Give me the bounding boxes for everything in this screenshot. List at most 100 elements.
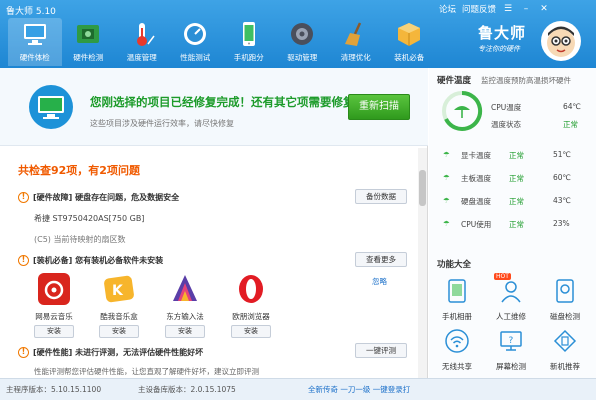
nav-performance[interactable]: 性能测试 — [169, 18, 223, 66]
nav-cleanup[interactable]: 清理优化 — [329, 18, 383, 66]
temp-row-label: CPU使用 — [461, 220, 492, 229]
opera-browser-icon[interactable] — [235, 273, 267, 305]
phone-icon — [242, 22, 255, 46]
main-panel: 您刚选择的项目已经修复完成！还有其它项需要修复！ 这些项目涉及硬件运行效率，请尽… — [0, 68, 428, 378]
svg-text:?: ? — [509, 336, 514, 346]
temp-row-value: 43℃ — [553, 196, 571, 205]
tool-wifi-share[interactable]: 无线共享 — [431, 328, 483, 372]
install-button[interactable]: 安装 — [165, 325, 205, 338]
thermometer-icon — [136, 23, 155, 46]
feedback-link[interactable]: 问题反馈 — [462, 3, 496, 15]
temp-row: ☂ 硬盘温度 正常 43℃ — [443, 196, 593, 206]
tool-label: 屏幕检测 — [496, 362, 526, 371]
disk-check-icon — [556, 279, 574, 303]
main-version: 主程序版本：5.10.15.1100 — [6, 385, 102, 394]
temp-state-label: 温度状态 — [491, 120, 521, 129]
rescan-button[interactable]: 重新扫描 — [348, 94, 410, 120]
software-name: 东方输入法 — [166, 312, 204, 321]
umbrella-icon: ☂ — [443, 173, 450, 182]
title-bar: 鲁大师 5.10 论坛 问题反馈 ☰ – ✕ 硬件体检 硬件检测 温度管理 性能… — [0, 0, 596, 68]
brand-slogan: 专注你的硬件 — [478, 45, 520, 53]
nav-essentials[interactable]: 装机必备 — [383, 18, 437, 66]
temp-row-status: 正常 — [509, 174, 524, 183]
tool-new-phone[interactable]: 新机推荐 — [539, 328, 591, 372]
temp-row-status: 正常 — [509, 151, 524, 160]
nav-driver[interactable]: 驱动管理 — [276, 18, 330, 66]
umbrella-icon: ☂ — [443, 150, 450, 159]
one-click-benchmark-button[interactable]: 一键评测 — [355, 343, 407, 358]
software-name: 网易云音乐 — [35, 312, 73, 321]
software-name: 欧朋浏览器 — [232, 312, 270, 321]
problem-title-text: [装机必备] 您有装机必备软件未安装 — [33, 256, 164, 265]
scrollbar[interactable] — [418, 148, 427, 378]
problem-title-text: [硬件性能] 未进行评测，无法评估硬件性能好坏 — [33, 348, 204, 357]
nav-hardware-detect[interactable]: 硬件检测 — [62, 18, 116, 66]
temp-row-label: 显卡温度 — [461, 151, 491, 160]
tool-photo-album[interactable]: 手机相册 — [431, 278, 483, 322]
nav-temperature[interactable]: 温度管理 — [115, 18, 169, 66]
warning-icon: ! — [18, 192, 29, 203]
device-db-version: 主设备库版本：2.0.15.1075 — [138, 385, 236, 394]
problem-title-text: [硬件故障] 硬盘存在问题，危及数据安全 — [33, 193, 180, 202]
package-icon — [398, 23, 421, 46]
chip-icon — [77, 25, 100, 43]
tool-disk-check[interactable]: 磁盘检测 — [539, 278, 591, 322]
menu-icon[interactable]: ☰ — [502, 3, 514, 15]
ad-link[interactable]: 全新传奇 一刀一级 一键登录打 — [308, 384, 410, 395]
temp-row-label: 主板温度 — [461, 174, 491, 183]
temp-section-desc: 监控温度预防高温损坏硬件 — [481, 76, 571, 85]
forum-link[interactable]: 论坛 — [439, 3, 456, 15]
app-title: 鲁大师 5.10 — [6, 7, 56, 17]
view-more-button[interactable]: 查看更多 — [355, 252, 407, 267]
umbrella-icon: ☂ — [443, 219, 450, 228]
kuwo-music-icon[interactable]: K — [103, 273, 135, 305]
nav-label: 清理优化 — [340, 53, 371, 62]
dongfang-input-icon[interactable] — [169, 273, 201, 305]
hot-badge: HOT — [494, 273, 511, 280]
tool-repair[interactable]: 人工维修 — [485, 278, 537, 322]
minimize-icon[interactable]: – — [520, 3, 532, 15]
problem-title: ! [硬件性能] 未进行评测，无法评估硬件性能好坏 — [18, 347, 203, 358]
nav-phone-benchmark[interactable]: 手机跑分 — [222, 18, 276, 66]
tool-screen-check[interactable]: ? 屏幕检测 — [485, 328, 537, 372]
monitor-icon — [23, 24, 46, 45]
scrollbar-thumb[interactable] — [419, 170, 426, 206]
temp-row-value: 51℃ — [553, 150, 571, 159]
mascot-avatar[interactable] — [540, 20, 582, 62]
problem-title: ! [硬件故障] 硬盘存在问题，危及数据安全 — [18, 192, 179, 203]
temp-row: ☂ 显卡温度 正常 51℃ — [443, 150, 593, 160]
driver-icon — [291, 23, 314, 45]
nav-label: 温度管理 — [126, 53, 157, 62]
svg-text:K: K — [112, 283, 124, 299]
ignore-link[interactable]: 忽略 — [372, 276, 387, 287]
temp-row: ☂ 主板温度 正常 60℃ — [443, 173, 593, 183]
tools-section-title: 功能大全 — [437, 260, 472, 270]
gauge-icon — [184, 23, 207, 45]
nav-hardware-checkup[interactable]: 硬件体检 — [8, 18, 62, 66]
netease-music-icon[interactable] — [38, 273, 70, 305]
temp-row-label: 硬盘温度 — [461, 197, 491, 206]
temp-row-value: 60℃ — [553, 173, 571, 182]
brand-logo-text: 鲁大师 — [478, 24, 527, 42]
software-item: 网易云音乐 安装 — [27, 273, 81, 338]
broom-icon — [344, 22, 361, 46]
nav-label: 性能测试 — [180, 53, 211, 62]
install-button[interactable]: 安装 — [231, 325, 271, 338]
temp-row-status: 正常 — [509, 220, 524, 229]
problem-detail: 希捷 ST9750420AS[750 GB] — [34, 214, 145, 223]
install-button[interactable]: 安装 — [34, 325, 74, 338]
problem-detail: 性能评测帮您评估硬件性能，让您直观了解硬件好坏，建议立即评测 — [34, 367, 259, 376]
problem-detail: (C5) 当前待映射的扇区数 — [34, 235, 126, 244]
install-button[interactable]: 安装 — [99, 325, 139, 338]
repair-person-icon — [501, 281, 521, 303]
banner-headline: 您刚选择的项目已经修复完成！还有其它项需要修复！ — [90, 95, 366, 109]
software-name: 酷我音乐盒 — [100, 312, 138, 321]
tool-label: 新机推荐 — [550, 362, 580, 371]
tool-label: 磁盘检测 — [550, 312, 580, 321]
photo-album-icon — [448, 279, 466, 303]
nav-label: 手机跑分 — [233, 53, 264, 62]
backup-data-button[interactable]: 备份数据 — [355, 189, 407, 204]
monitor-check-icon — [29, 85, 73, 129]
close-icon[interactable]: ✕ — [538, 3, 550, 15]
umbrella-icon: ☂ — [443, 196, 450, 205]
